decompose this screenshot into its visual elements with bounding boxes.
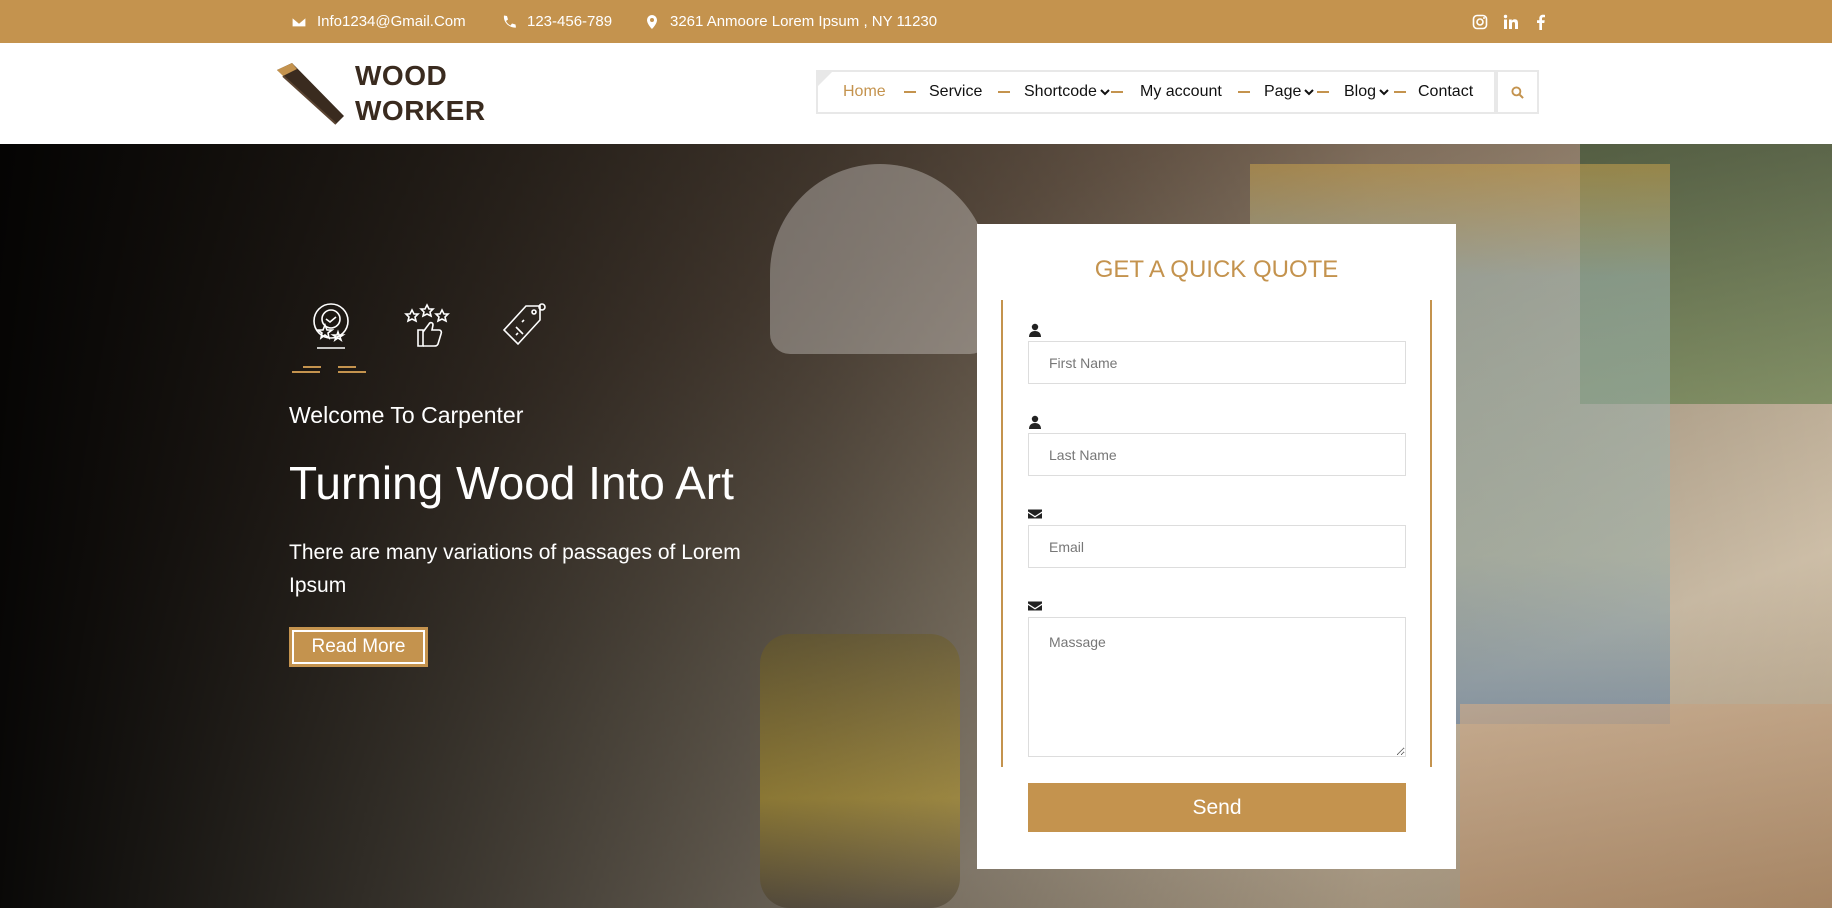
first-name-input[interactable] bbox=[1028, 341, 1406, 384]
nav-separator bbox=[1238, 91, 1250, 93]
main-nav: Home Service Shortcode My account Page B… bbox=[816, 70, 1496, 114]
topbar-email-text: Info1234@Gmail.Com bbox=[317, 13, 466, 30]
nav-item-my-account[interactable]: My account bbox=[1140, 72, 1222, 112]
nav-separator bbox=[998, 91, 1010, 93]
nav-separator bbox=[1111, 91, 1123, 93]
instagram-icon bbox=[1472, 14, 1488, 29]
read-more-label: Read More bbox=[292, 630, 425, 664]
nav-item-page[interactable]: Page bbox=[1264, 72, 1315, 112]
award-badge-icon bbox=[308, 302, 354, 352]
read-more-button[interactable]: Read More bbox=[289, 627, 428, 667]
map-pin-icon bbox=[647, 14, 657, 29]
nav-separator bbox=[1394, 91, 1406, 93]
saw-logo-icon bbox=[277, 63, 344, 125]
price-tag-icon bbox=[500, 302, 546, 352]
nav-item-service[interactable]: Service bbox=[929, 72, 982, 112]
nav-label: Shortcode bbox=[1024, 83, 1097, 100]
nav-label: Service bbox=[929, 83, 983, 100]
search-button[interactable] bbox=[1496, 70, 1539, 114]
hero-bg-helmet bbox=[770, 164, 990, 354]
nav-label: My account bbox=[1140, 83, 1222, 100]
chevron-down-icon bbox=[1379, 89, 1389, 96]
linkedin-icon bbox=[1503, 14, 1518, 29]
envelope-icon bbox=[1028, 507, 1042, 521]
nav-label: Home bbox=[843, 83, 886, 100]
nav-label: Contact bbox=[1418, 83, 1474, 100]
logo-line-1: WOOD bbox=[355, 60, 448, 91]
linkedin-link[interactable] bbox=[1503, 0, 1519, 43]
email-input[interactable] bbox=[1028, 525, 1406, 568]
top-bar: Info1234@Gmail.Com 123-456-789 3261 Anmo… bbox=[0, 0, 1832, 43]
logo-line-2: WORKER bbox=[355, 95, 486, 126]
feature-underline bbox=[292, 371, 320, 373]
nav-item-contact[interactable]: Contact bbox=[1418, 72, 1473, 112]
envelope-icon bbox=[1028, 599, 1042, 613]
thumbs-up-stars-icon bbox=[404, 302, 450, 352]
nav-corner-decoration bbox=[818, 72, 832, 86]
quote-title: GET A QUICK QUOTE bbox=[1094, 256, 1339, 283]
chevron-down-icon bbox=[1304, 89, 1315, 96]
nav-item-home[interactable]: Home bbox=[843, 72, 886, 112]
envelope-icon bbox=[291, 15, 307, 28]
hero-bg-saw bbox=[760, 634, 960, 908]
feature-underline bbox=[338, 366, 356, 368]
nav-separator bbox=[904, 91, 916, 93]
nav-label: Blog bbox=[1344, 83, 1377, 100]
hero-welcome: Welcome To Carpenter bbox=[289, 402, 524, 428]
hero-bg-planks bbox=[1460, 704, 1832, 908]
topbar-phone[interactable]: 123-456-789 bbox=[501, 0, 612, 43]
feature-underline bbox=[338, 371, 366, 373]
topbar-address: 3261 Anmoore Lorem Ipsum , NY 11230 bbox=[644, 0, 937, 43]
logo-text: WOOD WORKER bbox=[355, 58, 486, 128]
user-icon bbox=[1028, 415, 1042, 429]
instagram-link[interactable] bbox=[1472, 0, 1488, 43]
message-textarea[interactable] bbox=[1028, 617, 1406, 757]
phone-icon bbox=[503, 15, 516, 28]
user-icon bbox=[1028, 323, 1042, 337]
topbar-address-text: 3261 Anmoore Lorem Ipsum , NY 11230 bbox=[670, 13, 938, 30]
hero-section: Welcome To Carpenter Turning Wood Into A… bbox=[0, 144, 1832, 908]
nav-label: Page bbox=[1264, 83, 1302, 100]
hero-description: There are many variations of passages of… bbox=[289, 541, 741, 597]
last-name-input[interactable] bbox=[1028, 433, 1406, 476]
topbar-email[interactable]: Info1234@Gmail.Com bbox=[291, 0, 466, 43]
topbar-phone-text: 123-456-789 bbox=[527, 13, 613, 30]
search-icon bbox=[1511, 85, 1524, 99]
facebook-icon bbox=[1537, 14, 1545, 30]
facebook-link[interactable] bbox=[1533, 0, 1549, 43]
feature-underline bbox=[303, 366, 321, 368]
send-button[interactable]: Send bbox=[1028, 783, 1406, 832]
site-logo[interactable]: WOOD WORKER bbox=[274, 56, 504, 128]
hero-title: Turning Wood Into Art bbox=[289, 457, 734, 509]
nav-separator bbox=[1317, 91, 1329, 93]
nav-item-blog[interactable]: Blog bbox=[1344, 72, 1389, 112]
nav-item-shortcode[interactable]: Shortcode bbox=[1024, 72, 1110, 112]
chevron-down-icon bbox=[1100, 89, 1110, 96]
quick-quote-form: GET A QUICK QUOTE Send bbox=[977, 224, 1456, 869]
